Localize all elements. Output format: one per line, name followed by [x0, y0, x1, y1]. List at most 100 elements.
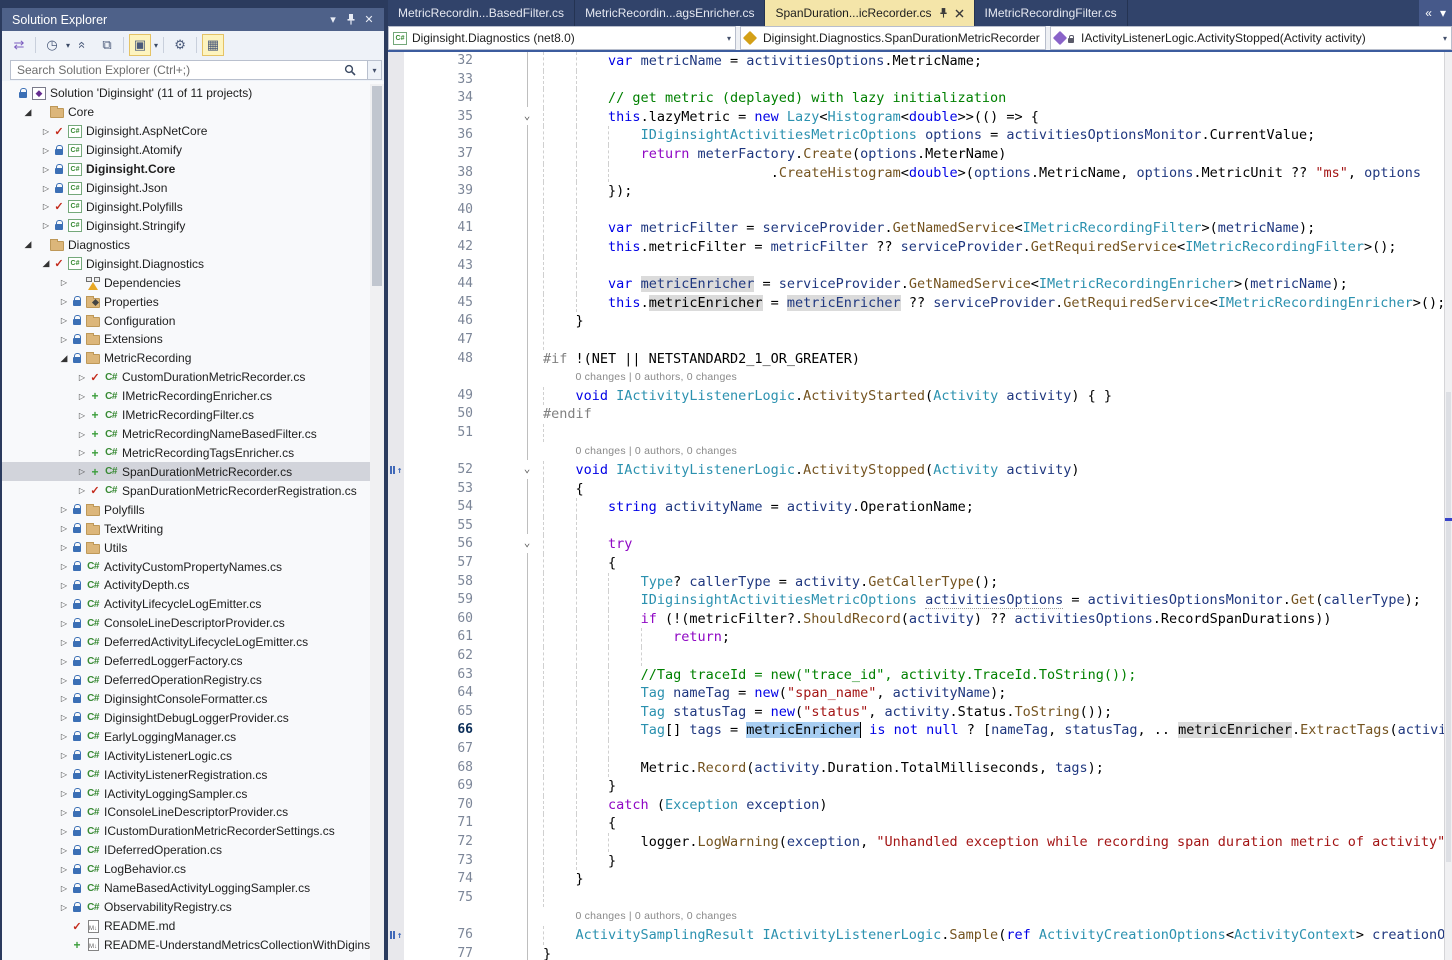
tree-item-ideferredoperation-cs[interactable]: ▷C#IDeferredOperation.cs	[2, 841, 370, 860]
tree-item-diginsight-stringify[interactable]: ▷C#Diginsight.Stringify	[2, 216, 370, 235]
tab-metricrecordin-basedfilter-cs[interactable]: MetricRecordin...BasedFilter.cs	[388, 0, 575, 26]
code-line-41[interactable]: 41var metricFilter = serviceProvider.Get…	[388, 219, 1444, 238]
collapse-all-icon[interactable]: «	[72, 34, 94, 56]
code-editor[interactable]: 32var metricName = activitiesOptions.Met…	[388, 52, 1452, 960]
tree-item-activitycustompropertynames-cs[interactable]: ▷C#ActivityCustomPropertyNames.cs	[2, 557, 370, 576]
editor-scrollbar-thumb[interactable]	[1446, 392, 1451, 862]
tab-list-dropdown-icon[interactable]: ▾	[1440, 6, 1446, 20]
code-line-52[interactable]: 52↑⌄void IActivityListenerLogic.Activity…	[388, 461, 1444, 480]
search-icon[interactable]	[344, 64, 356, 76]
tree-item-polyfills[interactable]: ▷Polyfills	[2, 500, 370, 519]
expander-collapsed-icon[interactable]: ▷	[58, 694, 70, 703]
tree-item-diginsight-core[interactable]: ▷C#Diginsight.Core	[2, 160, 370, 179]
code-line-67[interactable]: 67	[388, 740, 1444, 759]
code-line-62[interactable]: 62	[388, 647, 1444, 666]
expander-collapsed-icon[interactable]: ▷	[40, 221, 52, 230]
tree-item-diginsight-json[interactable]: ▷C#Diginsight.Json	[2, 179, 370, 198]
editor-scrollbar[interactable]	[1444, 52, 1452, 960]
expander-collapsed-icon[interactable]: ▷	[40, 202, 52, 211]
tree-scrollbar[interactable]	[370, 84, 384, 960]
code-line-69[interactable]: 69}	[388, 777, 1444, 796]
tree-item-core[interactable]: ◢Core	[2, 103, 370, 122]
tree-item-customdurationmetricrecorder-cs[interactable]: ▷✓C#CustomDurationMetricRecorder.cs	[2, 368, 370, 387]
expander-collapsed-icon[interactable]: ▷	[58, 505, 70, 514]
tree-item-diginsightconsoleformatter-cs[interactable]: ▷C#DiginsightConsoleFormatter.cs	[2, 690, 370, 709]
tree-item-metricrecordingtagsenricher-cs[interactable]: ▷+C#MetricRecordingTagsEnricher.cs	[2, 444, 370, 463]
code-line-63[interactable]: 63//Tag traceId = new("trace_id", activi…	[388, 666, 1444, 685]
expander-collapsed-icon[interactable]: ▷	[40, 127, 52, 136]
tree-item-diginsight-polyfills[interactable]: ▷✓C#Diginsight.Polyfills	[2, 198, 370, 217]
member-dropdown[interactable]: IActivityListenerLogic.ActivityStopped(A…	[1050, 26, 1452, 50]
code-line-70[interactable]: 70catch (Exception exception)	[388, 796, 1444, 815]
code-line-75[interactable]: 75	[388, 889, 1444, 908]
code-line-42[interactable]: 42this.metricFilter = metricFilter ?? se…	[388, 238, 1444, 257]
expander-collapsed-icon[interactable]: ▷	[58, 524, 70, 533]
tree-item-metricrecording[interactable]: ◢MetricRecording	[2, 349, 370, 368]
expander-collapsed-icon[interactable]: ▷	[58, 657, 70, 666]
code-line-77[interactable]: 77}	[388, 945, 1444, 960]
tab-spanduration-icrecorder-cs[interactable]: SpanDuration...icRecorder.cs	[765, 0, 974, 26]
expander-collapsed-icon[interactable]: ▷	[58, 581, 70, 590]
show-all-files-icon[interactable]: ▦	[202, 34, 224, 56]
code-line-47[interactable]: 47	[388, 331, 1444, 350]
code-line-43[interactable]: 43	[388, 257, 1444, 276]
close-tab-icon[interactable]	[955, 9, 964, 18]
expander-expanded-icon[interactable]: ◢	[58, 353, 70, 364]
code-line-53[interactable]: 53{	[388, 480, 1444, 499]
code-line-61[interactable]: 61return;	[388, 628, 1444, 647]
tree-item-diagnostics[interactable]: ◢Diagnostics	[2, 235, 370, 254]
solution-explorer-titlebar[interactable]: Solution Explorer ▾ ✕	[2, 8, 384, 31]
codelens-text[interactable]: 0 changes | 0 authors, 0 changes	[576, 442, 738, 461]
code-line-76[interactable]: 76↑ActivitySamplingResult IActivityListe…	[388, 926, 1444, 945]
expander-collapsed-icon[interactable]: ▷	[58, 751, 70, 760]
project-dropdown[interactable]: C# Diginsight.Diagnostics (net8.0) ▾	[388, 26, 736, 50]
implements-interface-icon[interactable]: ↑	[390, 930, 403, 941]
expander-collapsed-icon[interactable]: ▷	[58, 827, 70, 836]
collapse-chevron-icon[interactable]: ⌄	[519, 107, 535, 126]
code-line-37[interactable]: 37return meterFactory.Create(options.Met…	[388, 145, 1444, 164]
pin-icon[interactable]	[939, 8, 948, 18]
tree-item-spandurationmetricrecorder-cs[interactable]: ▷+C#SpanDurationMetricRecorder.cs	[2, 462, 370, 481]
type-dropdown[interactable]: Diginsight.Diagnostics.SpanDurationMetri…	[740, 26, 1046, 50]
code-line-74[interactable]: 74}	[388, 870, 1444, 889]
window-position-icon[interactable]: ▾	[324, 12, 342, 28]
expander-collapsed-icon[interactable]: ▷	[58, 713, 70, 722]
code-line-34[interactable]: 34// get metric (deplayed) with lazy ini…	[388, 89, 1444, 108]
expander-collapsed-icon[interactable]: ▷	[76, 448, 88, 457]
expander-collapsed-icon[interactable]: ▷	[58, 808, 70, 817]
tree-item-iactivitylistenerlogic-cs[interactable]: ▷C#IActivityListenerLogic.cs	[2, 746, 370, 765]
expander-collapsed-icon[interactable]: ▷	[58, 619, 70, 628]
tree-item-observabilityregistry-cs[interactable]: ▷C#ObservabilityRegistry.cs	[2, 898, 370, 917]
tree-item-diginsight-atomify[interactable]: ▷C#Diginsight.Atomify	[2, 141, 370, 160]
expander-collapsed-icon[interactable]: ▷	[58, 676, 70, 685]
tree-item-diginsight-diagnostics[interactable]: ◢✓C#Diginsight.Diagnostics	[2, 254, 370, 273]
code-line-51[interactable]: 51	[388, 424, 1444, 443]
expander-collapsed-icon[interactable]: ▷	[76, 486, 88, 495]
tree-item-imetricrecordingenricher-cs[interactable]: ▷+C#IMetricRecordingEnricher.cs	[2, 387, 370, 406]
tree-item-activitylifecyclelogemitter-cs[interactable]: ▷C#ActivityLifecycleLogEmitter.cs	[2, 595, 370, 614]
tree-item-iactivitylistenerregistration-cs[interactable]: ▷C#IActivityListenerRegistration.cs	[2, 765, 370, 784]
search-input[interactable]	[10, 60, 368, 80]
code-line-50[interactable]: 50#endif	[388, 405, 1444, 424]
expander-collapsed-icon[interactable]: ▷	[58, 846, 70, 855]
tab-metricrecordin-agsenricher-cs[interactable]: MetricRecordin...agsEnricher.cs	[575, 0, 765, 26]
code-line-33[interactable]: 33	[388, 71, 1444, 90]
code-line-44[interactable]: 44var metricEnricher = serviceProvider.G…	[388, 275, 1444, 294]
tree-item-earlyloggingmanager-cs[interactable]: ▷C#EarlyLoggingManager.cs	[2, 727, 370, 746]
tree-item-logbehavior-cs[interactable]: ▷C#LogBehavior.cs	[2, 860, 370, 879]
tree-item-metricrecordingnamebasedfilter-cs[interactable]: ▷+C#MetricRecordingNameBasedFilter.cs	[2, 425, 370, 444]
tree-item-spandurationmetricrecorderregistration-cs[interactable]: ▷✓C#SpanDurationMetricRecorderRegistrati…	[2, 481, 370, 500]
chevron-down-icon[interactable]: ▾	[66, 41, 70, 50]
tree-scrollbar-thumb[interactable]	[372, 86, 382, 286]
code-line-64[interactable]: 64Tag nameTag = new("span_name", activit…	[388, 684, 1444, 703]
tree-item-diginsightdebugloggerprovider-cs[interactable]: ▷C#DiginsightDebugLoggerProvider.cs	[2, 708, 370, 727]
expander-collapsed-icon[interactable]: ▷	[58, 638, 70, 647]
pending-changes-filter-icon[interactable]: ◷	[41, 34, 63, 56]
expander-collapsed-icon[interactable]: ▷	[40, 146, 52, 155]
code-line-38[interactable]: 38.CreateHistogram<double>(options.Metri…	[388, 164, 1444, 183]
code-line-58[interactable]: 58Type? callerType = activity.GetCallerT…	[388, 573, 1444, 592]
expander-collapsed-icon[interactable]: ▷	[58, 732, 70, 741]
code-line-36[interactable]: 36IDiginsightActivitiesMetricOptions opt…	[388, 126, 1444, 145]
code-line-46[interactable]: 46}	[388, 312, 1444, 331]
implements-interface-icon[interactable]: ↑	[390, 465, 403, 476]
